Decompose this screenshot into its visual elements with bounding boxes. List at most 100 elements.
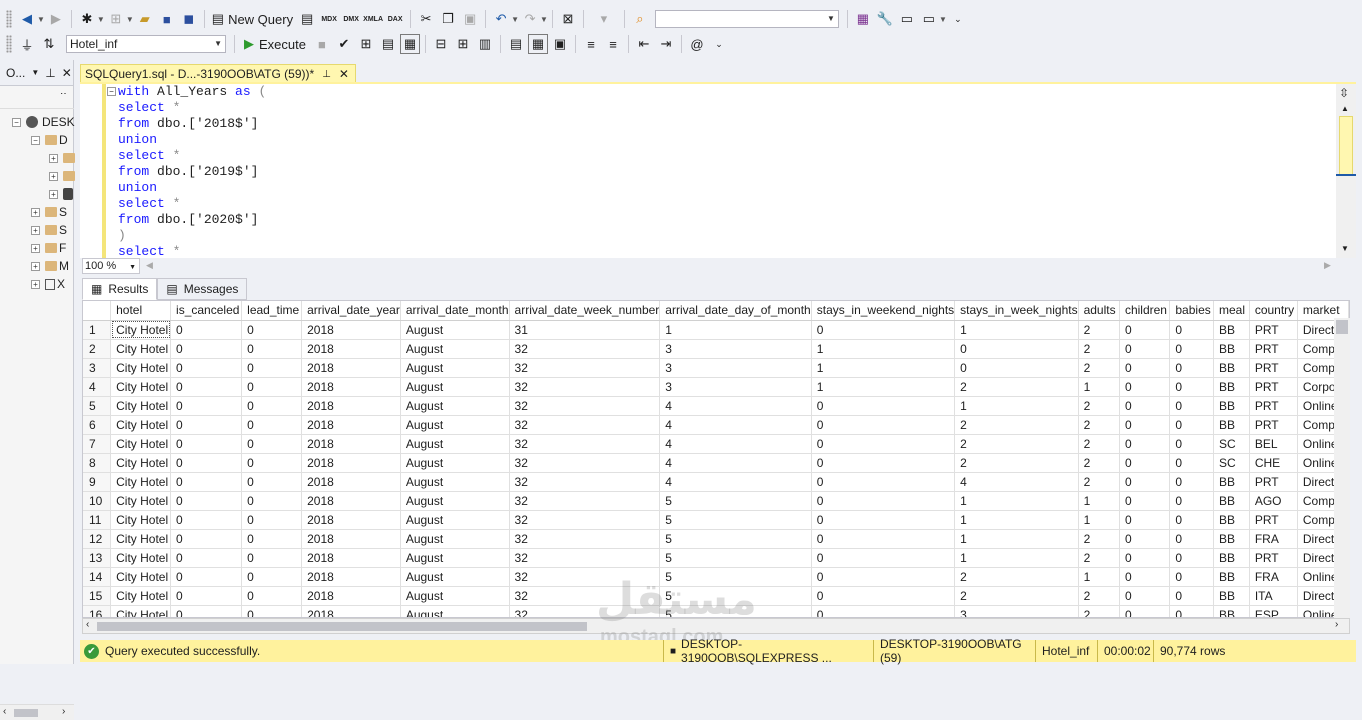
table-cell[interactable]: 2018	[301, 453, 401, 473]
display-estimated-plan-icon[interactable]: ⊞	[356, 34, 376, 54]
table-cell[interactable]: 1	[1078, 510, 1120, 530]
table-cell[interactable]: 2	[1078, 434, 1120, 454]
row-number[interactable]: 13	[83, 548, 112, 568]
table-cell[interactable]: PRT	[1249, 510, 1298, 530]
table-cell[interactable]: 4	[659, 453, 812, 473]
table-cell[interactable]: 2	[1078, 320, 1120, 340]
table-cell[interactable]: PRT	[1249, 415, 1298, 435]
scroll-left-icon[interactable]: ◀	[146, 260, 153, 271]
table-cell[interactable]: 32	[509, 529, 661, 549]
toolbar-overflow-icon[interactable]: ⌄	[709, 34, 729, 54]
table-row[interactable]: 11 City Hotel 0 0 2018 August 32 5 0 1 1 0 0 BB PRT Com…	[83, 510, 1349, 530]
client-statistics-icon[interactable]: ▥	[475, 34, 495, 54]
table-cell[interactable]: 0	[811, 586, 956, 606]
tree-item-system-databases[interactable]: +	[49, 150, 75, 166]
table-cell[interactable]: 32	[509, 377, 661, 397]
table-cell[interactable]: PRT	[1249, 320, 1298, 340]
table-cell[interactable]: August	[400, 510, 510, 530]
table-cell[interactable]: 0	[1169, 529, 1214, 549]
table-cell[interactable]: SC	[1213, 434, 1250, 454]
table-cell[interactable]: 2018	[301, 491, 401, 511]
scroll-left-icon[interactable]: ‹	[86, 619, 89, 630]
table-cell[interactable]: 0	[1119, 396, 1171, 416]
table-row[interactable]: 12 City Hotel 0 0 2018 August 32 5 0 1 2 0 0 BB FRA Dir…	[83, 529, 1349, 549]
table-cell[interactable]: 2	[1078, 358, 1120, 378]
row-number[interactable]: 16	[83, 605, 112, 617]
expand-icon[interactable]: +	[31, 261, 40, 271]
table-row[interactable]: 8 City Hotel 0 0 2018 August 32 4 0 2 2 0 0 SC CHE Onli…	[83, 453, 1349, 473]
copy-icon[interactable]: ❐	[438, 9, 458, 29]
xmla-query-icon[interactable]: XMLA	[363, 9, 383, 29]
table-cell[interactable]: City Hotel	[110, 434, 172, 454]
row-number[interactable]: 2	[83, 339, 112, 359]
save-all-icon[interactable]: ◼	[179, 9, 199, 29]
table-cell[interactable]: 0	[1119, 453, 1171, 473]
table-cell[interactable]: 0	[1119, 339, 1171, 359]
include-actual-plan-icon[interactable]: ⊟	[431, 34, 451, 54]
table-cell[interactable]: BB	[1213, 529, 1250, 549]
table-cell[interactable]: PRT	[1249, 377, 1298, 397]
table-cell[interactable]: 0	[241, 453, 303, 473]
table-cell[interactable]: 0	[241, 358, 303, 378]
scroll-up-icon[interactable]: ▲	[1341, 104, 1349, 113]
tab-sqlquery1[interactable]: SQLQuery1.sql - D...-3190OOB\ATG (59))* …	[80, 64, 356, 83]
database-engine-query-icon[interactable]: ▤	[297, 9, 317, 29]
table-cell[interactable]: 0	[170, 320, 243, 340]
row-number[interactable]: 3	[83, 358, 112, 378]
table-cell[interactable]: 0	[170, 453, 243, 473]
table-cell[interactable]: 4	[659, 415, 812, 435]
solution-config-dropdown[interactable]: ▾	[589, 9, 619, 29]
column-header[interactable]: meal	[1213, 301, 1250, 321]
table-cell[interactable]: City Hotel	[110, 548, 172, 568]
new-project-dropdown-icon[interactable]: ▼	[97, 15, 105, 24]
tree-item-management[interactable]: + M	[31, 258, 69, 274]
table-cell[interactable]: City Hotel	[110, 415, 172, 435]
table-cell[interactable]: 1	[1078, 491, 1120, 511]
table-cell[interactable]: August	[400, 472, 510, 492]
table-cell[interactable]: BB	[1213, 415, 1250, 435]
table-cell[interactable]: 0	[170, 586, 243, 606]
terminal-dropdown-icon[interactable]: ▼	[939, 15, 947, 24]
table-cell[interactable]: 0	[170, 396, 243, 416]
table-cell[interactable]: 2018	[301, 567, 401, 587]
table-cell[interactable]: 2018	[301, 472, 401, 492]
table-cell[interactable]: BB	[1213, 510, 1250, 530]
scroll-down-icon[interactable]: ▼	[1341, 244, 1349, 253]
table-cell[interactable]: 0	[241, 377, 303, 397]
table-cell[interactable]: 0	[1169, 491, 1214, 511]
table-cell[interactable]: 0	[241, 529, 303, 549]
table-cell[interactable]: 0	[170, 434, 243, 454]
table-cell[interactable]: 2	[1078, 396, 1120, 416]
table-cell[interactable]: August	[400, 453, 510, 473]
increase-indent-icon[interactable]: ⇥	[656, 34, 676, 54]
table-cell[interactable]: 0	[1119, 529, 1171, 549]
back-dropdown-icon[interactable]: ▼	[37, 15, 45, 24]
tree-item-xevent-profiler[interactable]: + X	[31, 276, 65, 292]
table-cell[interactable]: 2	[1078, 472, 1120, 492]
table-row[interactable]: 4 City Hotel 0 0 2018 August 32 3 1 2 1 0 0 BB PRT Corp…	[83, 377, 1349, 397]
table-cell[interactable]: 0	[1119, 548, 1171, 568]
tree-item-hotel-db[interactable]: +	[49, 186, 73, 202]
table-cell[interactable]: PRT	[1249, 358, 1298, 378]
column-header[interactable]: country	[1249, 301, 1298, 321]
table-cell[interactable]: 2018	[301, 510, 401, 530]
table-cell[interactable]: 0	[811, 434, 956, 454]
table-cell[interactable]: City Hotel	[110, 491, 172, 511]
chevron-down-icon[interactable]: ▼	[214, 39, 222, 48]
tree-item-server-objects[interactable]: + S	[31, 222, 67, 238]
table-cell[interactable]: 0	[811, 320, 956, 340]
row-number[interactable]: 4	[83, 377, 112, 397]
table-cell[interactable]: BB	[1213, 472, 1250, 492]
undo-icon[interactable]: ↶	[491, 9, 511, 29]
table-cell[interactable]: 0	[1119, 377, 1171, 397]
grid-vertical-scrollbar[interactable]	[1334, 318, 1350, 618]
table-cell[interactable]: 5	[659, 548, 812, 568]
table-row[interactable]: 7 City Hotel 0 0 2018 August 32 4 0 2 2 0 0 SC BEL Onli…	[83, 434, 1349, 454]
available-databases-combo[interactable]: Hotel_inf ▼	[66, 35, 226, 53]
table-cell[interactable]: August	[400, 396, 510, 416]
table-cell[interactable]: 0	[241, 510, 303, 530]
collapse-icon[interactable]: −	[12, 117, 21, 127]
collapse-icon[interactable]: −	[31, 135, 40, 145]
expand-icon[interactable]: +	[31, 279, 40, 289]
scroll-left-icon[interactable]: ‹	[3, 706, 6, 717]
